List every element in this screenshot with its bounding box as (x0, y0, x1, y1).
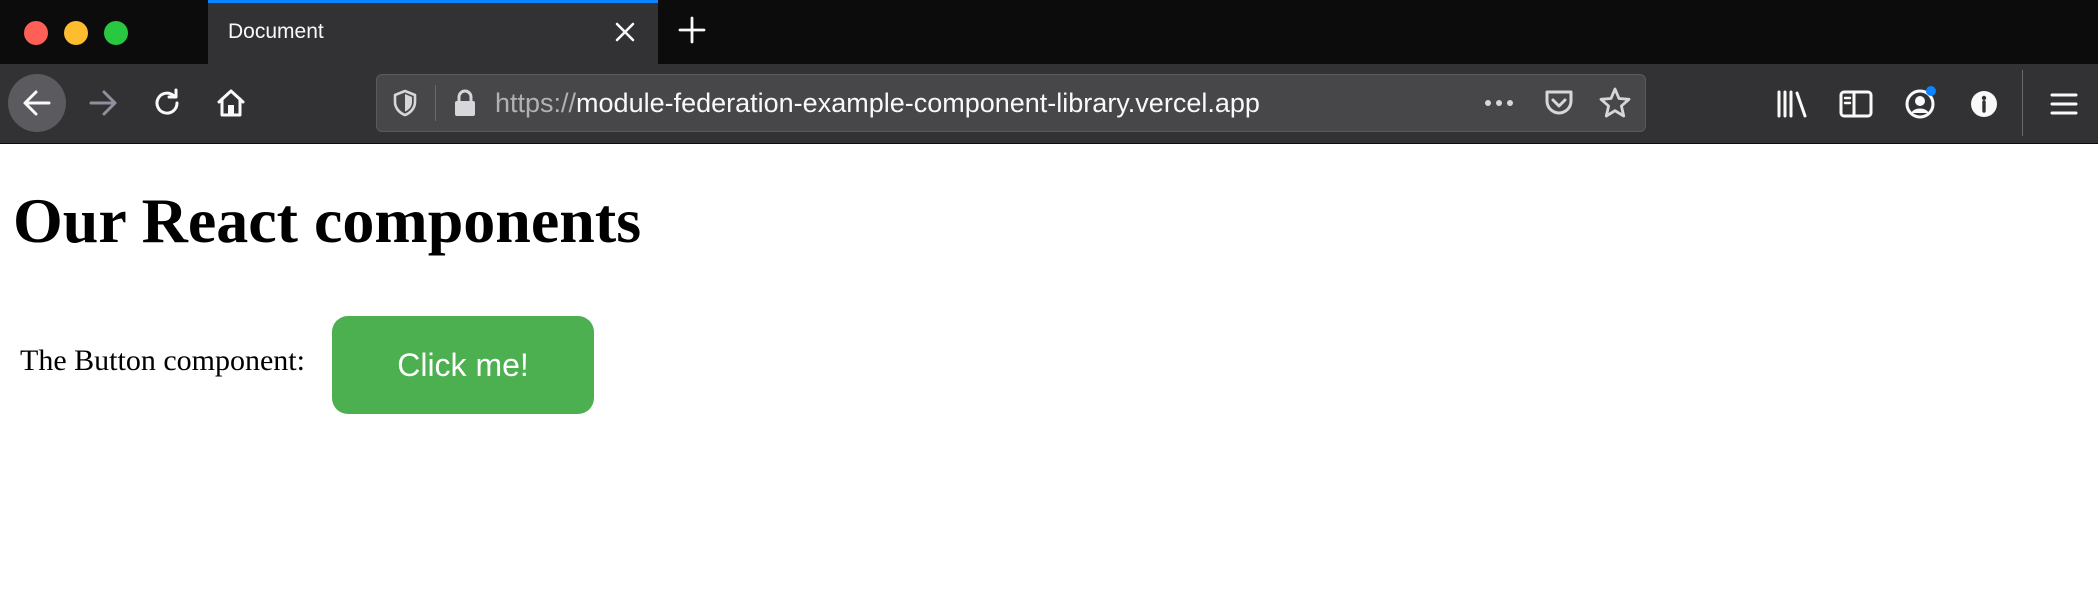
shield-icon[interactable] (389, 87, 421, 119)
arrow-left-icon (23, 90, 51, 116)
reload-button[interactable] (138, 74, 196, 132)
page-content: Our React components The Button componen… (0, 144, 2098, 614)
url-bar-separator (435, 85, 436, 121)
sidebar-icon[interactable] (1836, 84, 1876, 124)
tab-active[interactable]: Document (208, 0, 658, 64)
close-icon[interactable] (610, 17, 640, 47)
url-scheme: https:// (495, 88, 577, 118)
arrow-right-icon (89, 90, 117, 116)
forward-button[interactable] (74, 74, 132, 132)
star-icon[interactable] (1597, 85, 1633, 121)
url-text[interactable]: https://module-federation-example-compon… (495, 88, 1260, 119)
click-me-button[interactable]: Click me! (332, 316, 594, 414)
button-section-label: The Button component: (20, 344, 305, 377)
back-button[interactable] (8, 74, 66, 132)
page-title: Our React components (13, 185, 642, 256)
home-icon (217, 89, 245, 117)
navigation-toolbar: https://module-federation-example-compon… (0, 64, 2098, 144)
account-icon[interactable] (1900, 84, 1940, 124)
url-bar[interactable]: https://module-federation-example-compon… (376, 74, 1646, 132)
lock-icon[interactable] (449, 87, 481, 119)
home-button[interactable] (202, 74, 260, 132)
pocket-icon[interactable] (1541, 85, 1577, 121)
tab-title: Document (228, 20, 324, 43)
reload-icon (155, 88, 179, 115)
library-icon[interactable] (1772, 84, 1812, 124)
window-close-button[interactable] (24, 21, 48, 45)
window-zoom-button[interactable] (104, 21, 128, 45)
url-host: module-federation-example-component-libr… (576, 88, 1260, 118)
hamburger-menu-icon[interactable] (2044, 84, 2084, 124)
more-icon[interactable] (1481, 87, 1517, 119)
toolbar-separator (2022, 70, 2023, 136)
tab-strip: Document (0, 0, 2098, 64)
plus-icon[interactable] (676, 14, 708, 46)
notification-badge (1926, 86, 1936, 96)
window-minimize-button[interactable] (64, 21, 88, 45)
info-icon[interactable] (1964, 84, 2004, 124)
